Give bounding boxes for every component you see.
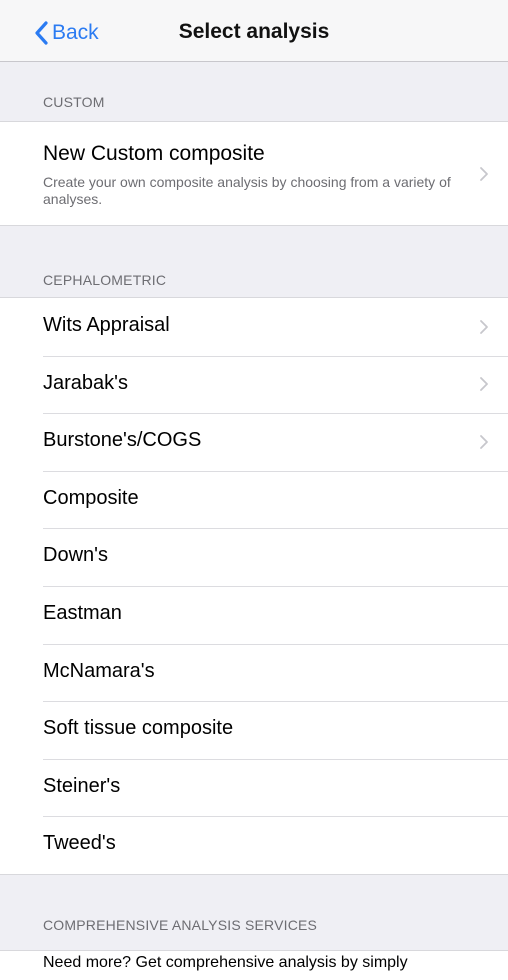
custom-group: New Custom composite Create your own com…	[0, 121, 508, 226]
cephalometric-list: Wits Appraisal Jarabak's Burstone's/COGS…	[0, 297, 508, 875]
list-item-mcnamaras[interactable]: McNamara's	[0, 643, 508, 702]
list-item-label: Eastman	[43, 601, 122, 624]
section-header-custom: CUSTOM	[43, 94, 105, 110]
chevron-right-icon	[480, 319, 488, 334]
section-header-comprehensive: COMPREHENSIVE ANALYSIS SERVICES	[43, 917, 318, 933]
section-header-cephalometric: CEPHALOMETRIC	[43, 272, 167, 288]
list-item-label: Composite	[43, 486, 139, 509]
new-custom-composite-description: Create your own composite analysis by ch…	[43, 174, 451, 207]
list-item-label: Soft tissue composite	[43, 717, 234, 740]
page-title: Select analysis	[178, 20, 330, 43]
chevron-right-icon	[480, 377, 488, 392]
list-item-wits-appraisal[interactable]: Wits Appraisal	[0, 298, 508, 356]
list-item-label: Steiner's	[43, 774, 121, 797]
new-custom-composite-title: New Custom composite	[43, 142, 265, 165]
list-item-label: Tweed's	[43, 832, 116, 855]
list-item-label: Jarabak's	[43, 371, 128, 394]
list-item-label: Burstone's/COGS	[43, 429, 202, 452]
list-item-label: Down's	[43, 544, 108, 567]
list-item-label: McNamara's	[43, 659, 155, 682]
list-item-burstones-cogs[interactable]: Burstone's/COGS	[0, 413, 508, 471]
new-custom-composite-row[interactable]: New Custom composite Create your own com…	[0, 122, 508, 225]
chevron-right-icon	[480, 166, 488, 181]
list-item-downs[interactable]: Down's	[0, 528, 508, 586]
list-item-eastman[interactable]: Eastman	[0, 585, 508, 644]
list-item-steiners[interactable]: Steiner's	[0, 758, 508, 817]
list-item-composite[interactable]: Composite	[0, 470, 508, 529]
navigation-bar: Back Select analysis	[0, 0, 508, 62]
list-item-tweeds[interactable]: Tweed's	[0, 816, 508, 874]
chevron-right-icon	[480, 435, 488, 449]
list-item-soft-tissue-composite[interactable]: Soft tissue composite	[0, 701, 508, 759]
list-item-label: Wits Appraisal	[43, 314, 170, 336]
comprehensive-description: Need more? Get comprehensive analysis by…	[0, 950, 508, 980]
list-item-jarabaks[interactable]: Jarabak's	[0, 355, 508, 414]
